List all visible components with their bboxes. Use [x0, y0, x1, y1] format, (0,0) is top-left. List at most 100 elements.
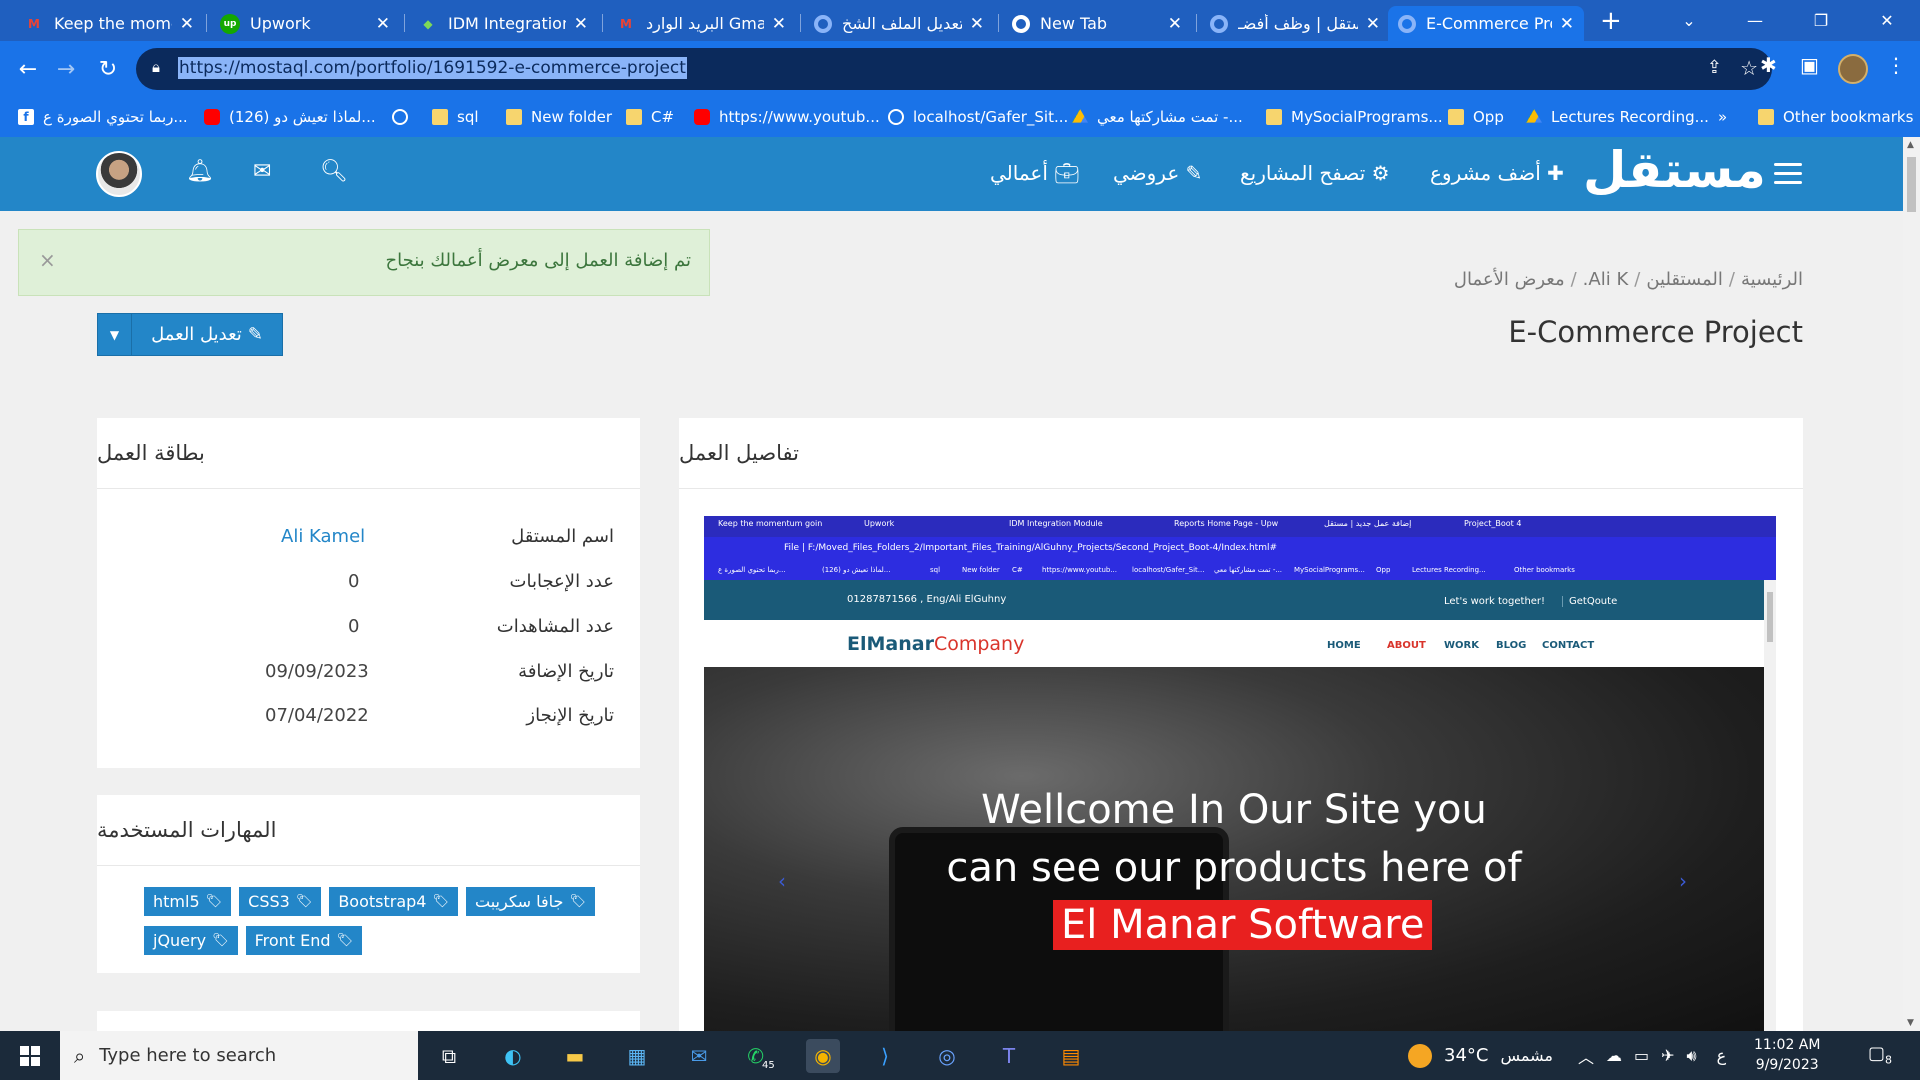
bookmark-item[interactable]: C#	[626, 97, 674, 137]
skill-tag[interactable]: 🏷︎ html5	[144, 887, 232, 916]
envelope-icon[interactable]: ✉	[253, 159, 271, 184]
browser-tab[interactable]: New Tab ✕	[1002, 6, 1192, 41]
edit-work-button[interactable]: ▼ ✎ تعديل العمل	[97, 313, 283, 356]
bookmark-item[interactable]: Other bookmarks	[1758, 97, 1913, 137]
caret-down-icon[interactable]: ▼	[98, 314, 132, 355]
close-tab-icon[interactable]: ✕	[574, 14, 588, 34]
chrome-icon[interactable]: ◉	[806, 1039, 840, 1073]
page-scrollbar[interactable]: ▲ ▼	[1903, 137, 1920, 1031]
close-tab-icon[interactable]: ✕	[180, 14, 194, 34]
notification-center-icon[interactable]: ▢8	[1868, 1043, 1892, 1067]
vscode-icon[interactable]: ⟩	[868, 1039, 902, 1073]
bookmark-item[interactable]: localhost/Gafer_Sit...	[888, 97, 1068, 137]
breadcrumb-portfolio[interactable]: معرض الأعمال	[1454, 269, 1565, 290]
weather-widget[interactable]: 34°C مشمس	[1408, 1031, 1553, 1080]
close-tab-icon[interactable]: ✕	[1168, 14, 1182, 34]
address-bar[interactable]: 🔒︎ https://mostaql.com/portfolio/1691592…	[136, 48, 1772, 90]
bookmark-item[interactable]: https://www.youtub...	[694, 97, 880, 137]
bookmark-item[interactable]: Opp	[1448, 97, 1504, 137]
browser-tab-active[interactable]: E-Commerce Proj ✕	[1388, 6, 1584, 41]
clock[interactable]: 11:02 AM 9/9/2023	[1754, 1035, 1820, 1075]
close-tab-icon[interactable]: ✕	[772, 14, 786, 34]
minimize-icon[interactable]: —	[1722, 0, 1788, 41]
side-panel-icon[interactable]: ▣	[1800, 53, 1819, 77]
freelancer-link[interactable]: Ali Kamel	[281, 526, 365, 547]
bell-icon[interactable]: 🔔︎	[186, 159, 214, 184]
edge-icon[interactable]: ◐	[496, 1039, 530, 1073]
pdf-reader-icon[interactable]: ▤	[1054, 1039, 1088, 1073]
file-explorer-icon[interactable]: ▬	[558, 1039, 592, 1073]
work-preview-image[interactable]: Keep the momentum goin Upwork IDM Integr…	[704, 516, 1776, 1031]
browser-tab[interactable]: M البريد الوارد Gmail ✕	[606, 6, 796, 41]
speaker-icon[interactable]: 🔊︎	[1687, 1046, 1697, 1066]
chevron-up-icon[interactable]: ︿	[1578, 1044, 1594, 1068]
breadcrumb-home[interactable]: الرئيسية	[1741, 269, 1803, 290]
site-logo[interactable]: مستقل	[1583, 141, 1766, 199]
skill-tag[interactable]: 🏷︎ جافا سكريبت	[466, 887, 595, 916]
nav-my-works[interactable]: 💼︎ أعمالي	[990, 161, 1080, 185]
breadcrumb-user[interactable]: Ali K.	[1583, 269, 1629, 290]
task-view-icon[interactable]: ⧉	[432, 1039, 466, 1073]
new-tab-icon[interactable]: +	[1600, 6, 1622, 36]
close-tab-icon[interactable]: ✕	[1366, 14, 1380, 34]
nav-my-offers[interactable]: ✎ عروضي	[1113, 161, 1202, 185]
hamburger-menu-icon[interactable]	[1774, 163, 1802, 190]
skill-tag[interactable]: 🏷︎ Front End	[245, 926, 363, 955]
search-icon[interactable]: 🔍︎	[320, 159, 348, 184]
bookmark-item[interactable]: (126) لماذا تعيش دو...	[204, 97, 376, 137]
bookmarks-overflow[interactable]: »	[1718, 97, 1727, 137]
airplane-icon[interactable]: ✈	[1661, 1046, 1674, 1065]
vpn-icon[interactable]: ◎	[930, 1039, 964, 1073]
bookmark-star-icon[interactable]: ☆	[1740, 56, 1758, 80]
nav-browse-projects[interactable]: ⚙ تصفح المشاريع	[1240, 161, 1390, 185]
tab-search-icon[interactable]: ⌄	[1656, 0, 1722, 41]
user-avatar[interactable]	[96, 151, 142, 197]
cloud-icon[interactable]: ☁	[1606, 1046, 1622, 1065]
close-window-icon[interactable]: ✕	[1854, 0, 1920, 41]
scroll-down-icon[interactable]: ▼	[1907, 1018, 1914, 1028]
restore-icon[interactable]: ❐	[1788, 0, 1854, 41]
whatsapp-icon[interactable]: ✆ 45	[744, 1039, 778, 1073]
bookmark-item[interactable]: f ربما تحتوي الصورة ع...	[18, 97, 188, 137]
bookmark-item[interactable]: Lectures Recording...	[1526, 97, 1709, 137]
bookmark-item[interactable]: New folder	[506, 97, 612, 137]
breadcrumb-freelancers[interactable]: المستقلين	[1646, 269, 1723, 290]
taskbar-search[interactable]: ⌕ Type here to search	[60, 1031, 418, 1080]
back-icon[interactable]: ←	[10, 51, 46, 87]
close-alert-icon[interactable]: ×	[39, 248, 56, 272]
browser-tab[interactable]: تعديل الملف الشخ ✕	[804, 6, 994, 41]
skill-tag[interactable]: 🏷︎ CSS3	[239, 887, 322, 916]
browser-tab[interactable]: مستقل | وظف أفضـ ✕	[1200, 6, 1390, 41]
skill-tag[interactable]: 🏷︎ jQuery	[144, 926, 238, 955]
close-tab-icon[interactable]: ✕	[970, 14, 984, 34]
forward-icon[interactable]: →	[48, 51, 84, 87]
battery-icon[interactable]: ▭	[1634, 1046, 1649, 1065]
scroll-up-icon[interactable]: ▲	[1907, 140, 1914, 150]
reload-icon[interactable]: ↻	[90, 51, 126, 87]
language-indicator[interactable]: ع	[1717, 1046, 1727, 1065]
mail-icon[interactable]: ✉	[682, 1039, 716, 1073]
extensions-icon[interactable]: ✱	[1760, 53, 1777, 77]
close-tab-icon[interactable]: ✕	[376, 14, 390, 34]
menu-kebab-icon[interactable]: ⋮	[1886, 53, 1906, 77]
share-icon[interactable]: ⇪	[1707, 57, 1722, 78]
work-info-card: بطاقة العمل اسم المستقل Ali Kamel عدد ال…	[97, 418, 640, 705]
browser-tab[interactable]: ◆ IDM Integration M ✕	[408, 6, 598, 41]
teams-icon[interactable]: T	[992, 1039, 1026, 1073]
temperature: 34°C	[1444, 1045, 1489, 1066]
bookmark-item[interactable]: MySocialPrograms...	[1266, 97, 1443, 137]
card-title: المهارات المستخدمة	[97, 795, 640, 866]
skill-tag[interactable]: 🏷︎ Bootstrap4	[329, 887, 458, 916]
bookmark-item[interactable]	[392, 97, 417, 137]
scroll-thumb[interactable]	[1907, 157, 1916, 212]
bookmark-item[interactable]: تمت مشاركتها معي -...	[1072, 97, 1243, 137]
close-tab-icon[interactable]: ✕	[1560, 14, 1574, 34]
url-text[interactable]: https://mostaql.com/portfolio/1691592-e-…	[178, 57, 687, 79]
bookmark-item[interactable]: sql	[432, 97, 479, 137]
nav-add-project[interactable]: ✚ أضف مشروع	[1430, 161, 1564, 185]
store-icon[interactable]: ▦	[620, 1039, 654, 1073]
profile-avatar[interactable]	[1838, 54, 1868, 84]
browser-tab[interactable]: M Keep the moment ✕	[14, 6, 204, 41]
start-button[interactable]	[0, 1031, 60, 1080]
browser-tab[interactable]: up Upwork ✕	[210, 6, 400, 41]
